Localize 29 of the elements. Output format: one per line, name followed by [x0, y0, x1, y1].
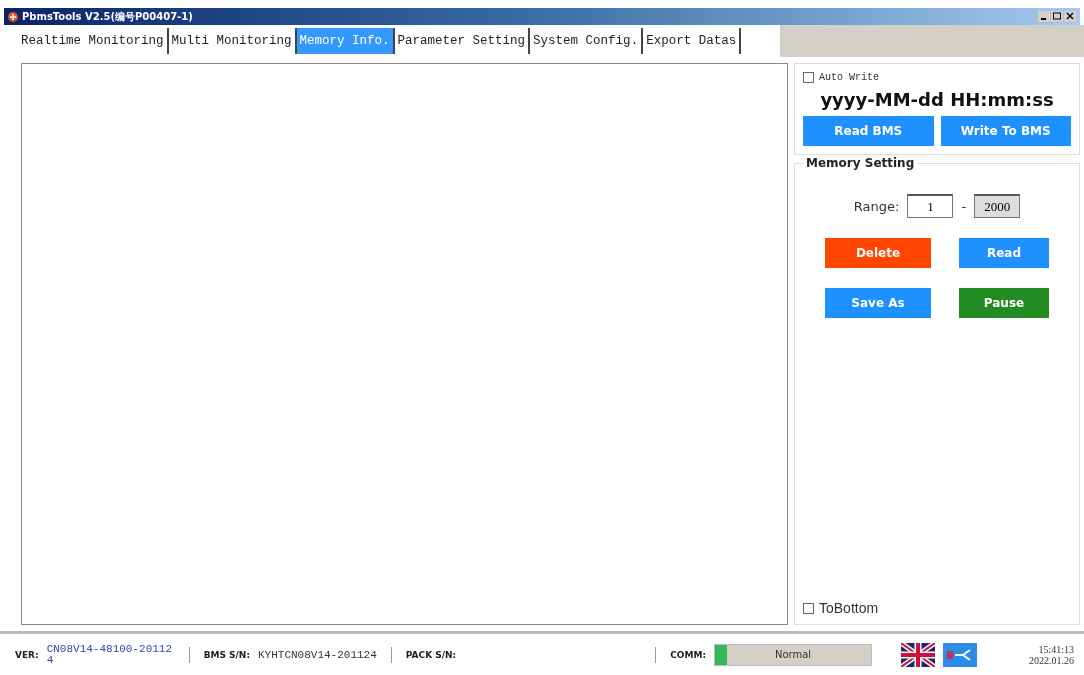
action-button[interactable]: Pause — [959, 288, 1049, 318]
range-separator: - — [961, 198, 967, 214]
pack-sn-label: PACK S/N: — [405, 649, 457, 660]
group-title: Memory Setting — [803, 156, 918, 170]
range-to-field[interactable]: 2000 — [974, 194, 1021, 218]
datetime-format: yyyy-MM-dd HH:mm:ss — [819, 89, 1055, 110]
clock-date: 2022.01.26 — [1029, 654, 1074, 666]
checkbox[interactable] — [803, 602, 814, 614]
checkbox-label: Auto Write — [819, 72, 879, 83]
flag-icon[interactable] — [901, 642, 935, 667]
comm-label: COMM: — [670, 649, 706, 660]
tab[interactable]: System Config. — [530, 28, 644, 54]
version-text: CN08V14-48100-201124 — [46, 643, 174, 666]
range-from-field[interactable]: 1 — [907, 194, 954, 218]
close-icon[interactable] — [1064, 11, 1076, 22]
range-label: Range: — [853, 198, 900, 214]
clock-time: 15:41:13 — [1038, 643, 1074, 655]
app-icon — [8, 11, 18, 22]
window-title: PbmsTools V2.5(编号P00407-1) — [22, 9, 194, 24]
checkbox[interactable] — [803, 72, 814, 83]
minimize-icon[interactable] — [1038, 11, 1050, 22]
connection-icon[interactable] — [943, 642, 977, 667]
bms-sn-label: BMS S/N: — [203, 649, 250, 660]
comm-status: Normal — [774, 649, 812, 660]
bms-sn-text: KYHTCN08V14-201124 — [258, 648, 377, 661]
checkbox-label: ToBottom — [819, 600, 879, 616]
maximize-icon[interactable] — [1051, 11, 1063, 22]
tab[interactable]: Realtime Monitoring — [18, 28, 169, 54]
ver-label: VER: — [15, 649, 39, 660]
